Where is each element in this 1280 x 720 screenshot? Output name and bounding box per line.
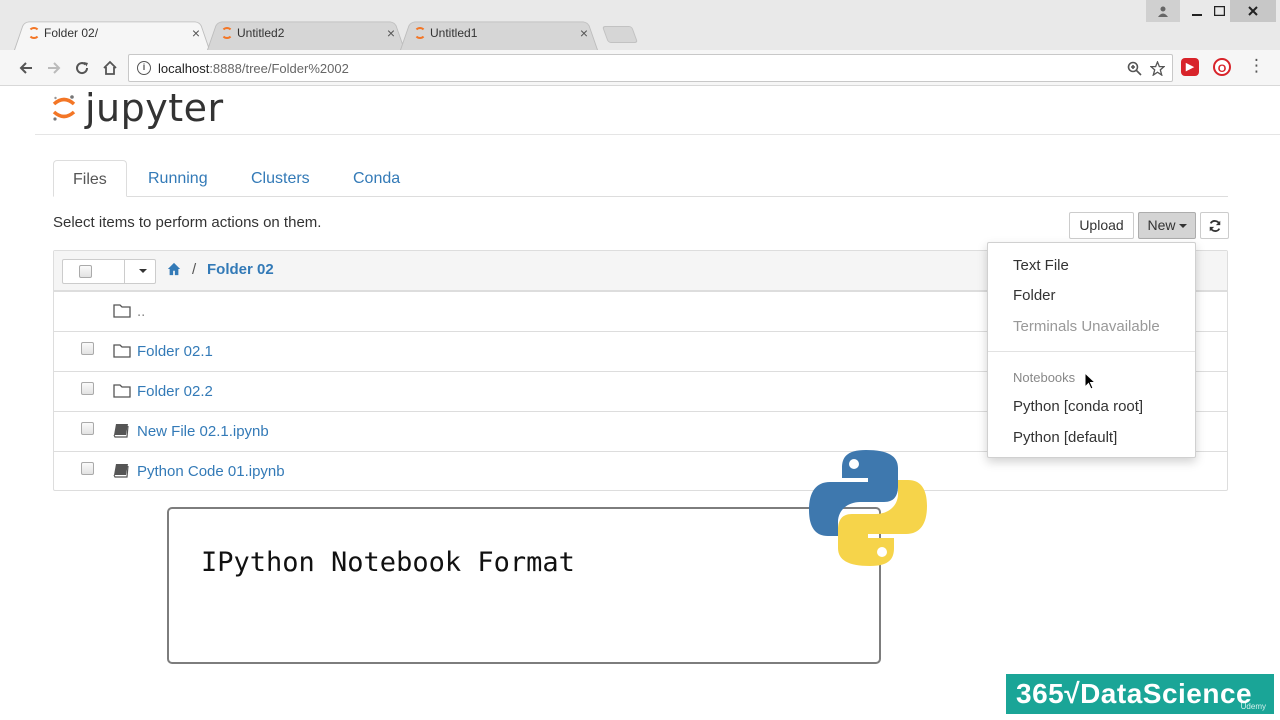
chevron-down-icon[interactable] xyxy=(139,269,147,273)
list-item-name[interactable]: Folder 02.1 xyxy=(137,343,213,360)
user-profile-icon[interactable] xyxy=(1146,0,1180,22)
notebook-icon xyxy=(113,464,129,478)
tab-close-icon[interactable]: × xyxy=(387,18,395,48)
breadcrumb-folder[interactable]: Folder 02 xyxy=(207,261,274,278)
home-icon[interactable] xyxy=(167,262,181,276)
url-text: localhost:8888/tree/Folder%2002 xyxy=(158,61,349,76)
tab-title: Folder 02/ xyxy=(44,26,99,40)
url-host: localhost xyxy=(158,61,210,76)
menu-item-text-file[interactable]: Text File xyxy=(1013,257,1069,274)
jupyter-favicon-icon xyxy=(414,27,426,39)
row-checkbox[interactable] xyxy=(81,422,94,435)
jupyter-favicon-icon xyxy=(28,27,40,39)
tab-title: Untitled1 xyxy=(430,26,478,40)
folder-icon xyxy=(113,344,131,358)
zoom-icon[interactable] xyxy=(1127,59,1142,80)
python-logo-icon xyxy=(809,450,927,566)
info-icon[interactable]: i xyxy=(137,61,151,75)
list-item-name[interactable]: .. xyxy=(137,303,145,320)
tab-conda[interactable]: Conda xyxy=(334,160,419,197)
row-checkbox[interactable] xyxy=(81,382,94,395)
menu-header-notebooks: Notebooks xyxy=(1013,370,1076,385)
menu-item-python-default[interactable]: Python [default] xyxy=(1013,429,1117,446)
folder-icon xyxy=(113,304,131,318)
jupyter-header: jupyter xyxy=(35,86,1280,135)
menu-item-terminals: Terminals Unavailable xyxy=(1013,318,1160,335)
jupyter-favicon-icon xyxy=(221,27,233,39)
browser-tab-folder02[interactable]: Folder 02/ × xyxy=(14,18,210,50)
caption-box: IPython Notebook Format xyxy=(167,507,881,664)
star-icon[interactable] xyxy=(1149,59,1166,80)
home-icon[interactable] xyxy=(98,56,122,80)
tab-title: Untitled2 xyxy=(237,26,285,40)
folder-icon xyxy=(113,384,131,398)
upload-button[interactable]: Upload xyxy=(1069,212,1134,239)
menu-divider xyxy=(988,351,1195,352)
tab-close-icon[interactable]: × xyxy=(580,18,588,48)
list-item-name[interactable]: Python Code 01.ipynb xyxy=(137,463,285,480)
row-checkbox[interactable] xyxy=(81,342,94,355)
arrow-right-icon[interactable] xyxy=(42,56,66,80)
window-close-icon[interactable] xyxy=(1230,0,1276,22)
row-checkbox[interactable] xyxy=(81,462,94,475)
mouse-cursor-icon xyxy=(1084,372,1096,390)
new-dropdown-menu: Text File Folder Terminals Unavailable N… xyxy=(987,242,1196,458)
arrow-left-icon[interactable] xyxy=(14,56,38,80)
browser-toolbar: i localhost:8888/tree/Folder%2002 ▶ O ⋮ xyxy=(0,50,1280,86)
brand-watermark: 365√DataScience Udemy xyxy=(1006,674,1274,714)
new-button[interactable]: New xyxy=(1138,212,1196,239)
notebook-icon xyxy=(113,424,129,438)
select-divider xyxy=(124,260,125,283)
select-all-dropdown[interactable] xyxy=(62,259,156,284)
refresh-icon[interactable] xyxy=(1200,212,1229,239)
address-bar[interactable]: i localhost:8888/tree/Folder%2002 xyxy=(128,54,1173,82)
breadcrumb-separator: / xyxy=(192,261,197,278)
list-item-name[interactable]: New File 02.1.ipynb xyxy=(137,423,269,440)
selection-hint: Select items to perform actions on them. xyxy=(53,214,322,231)
new-tab-button[interactable] xyxy=(601,26,639,43)
new-button-label: New xyxy=(1147,217,1176,233)
tab-running[interactable]: Running xyxy=(129,160,227,197)
url-path: :8888/tree/Folder%2002 xyxy=(209,61,349,76)
select-all-checkbox[interactable] xyxy=(79,265,92,278)
chevron-down-icon xyxy=(1178,224,1187,229)
browser-tab-untitled2[interactable]: Untitled2 × xyxy=(207,18,405,50)
list-item-name[interactable]: Folder 02.2 xyxy=(137,383,213,400)
brand-text: 365√DataScience xyxy=(1016,678,1253,709)
browser-tab-untitled1[interactable]: Untitled1 × xyxy=(400,18,598,50)
jupyter-tabs: Files Running Clusters Conda xyxy=(53,160,1228,197)
brand-subtext: Udemy xyxy=(1240,702,1266,711)
menu-item-python-conda-root[interactable]: Python [conda root] xyxy=(1013,398,1143,415)
browser-tab-strip: Folder 02/ × Untitled2 × Untitled1 × xyxy=(0,0,1280,50)
tab-clusters[interactable]: Clusters xyxy=(232,160,329,197)
tab-close-icon[interactable]: × xyxy=(192,18,200,48)
caption-text: IPython Notebook Format xyxy=(201,547,575,578)
jupyter-logo-text[interactable]: jupyter xyxy=(85,86,224,130)
reload-icon[interactable] xyxy=(70,56,94,80)
browser-menu-icon[interactable]: ⋮ xyxy=(1248,56,1265,76)
extension-icon[interactable]: ▶ xyxy=(1181,58,1199,76)
jupyter-logo-icon xyxy=(52,95,76,121)
tab-files[interactable]: Files xyxy=(53,160,127,197)
menu-item-folder[interactable]: Folder xyxy=(1013,287,1056,304)
opera-icon[interactable]: O xyxy=(1213,58,1231,76)
